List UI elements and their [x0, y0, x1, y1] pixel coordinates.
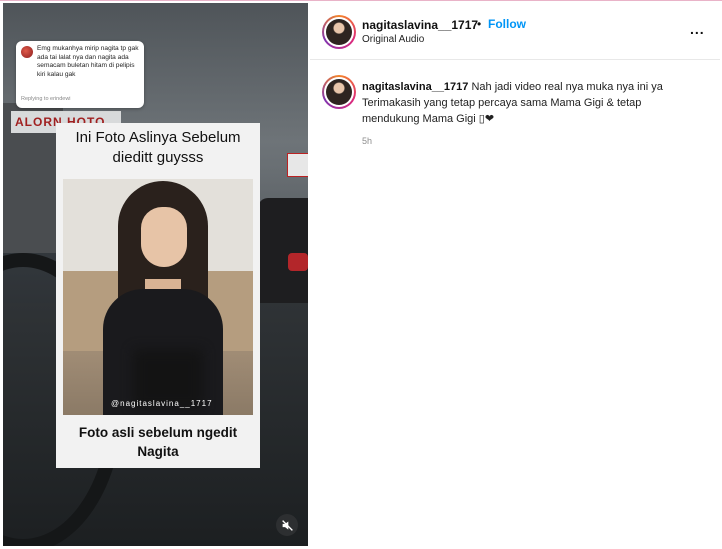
comparison-card: Ini Foto Aslinya Sebelum dieditt guysss … [56, 123, 260, 468]
reply-meta: Replying to erindewi [21, 96, 71, 102]
separator-dot: • [477, 17, 482, 31]
card-title-line1: Ini Foto Aslinya Sebelum [75, 129, 241, 146]
original-photo: @nagitaslavina__1717 [63, 179, 253, 415]
avatar-image [326, 79, 352, 105]
speaker-muted-icon [281, 519, 293, 531]
post-viewer: ALORN HOTO Emg mukanhya mirip nagita tp … [0, 0, 722, 549]
background-car-light [288, 253, 308, 271]
card-title-line2: dieditt guysss [112, 149, 204, 166]
avatar-image [326, 19, 352, 45]
reply-avatar [21, 46, 33, 58]
card-caption-line2: Nagita [137, 444, 179, 459]
original-audio-link[interactable]: Original Audio [362, 34, 424, 45]
caption-username[interactable]: nagitaslavina__1717 [362, 81, 468, 93]
reply-comment-text: Emg mukanhya mirip nagita tp gak ada tai… [37, 45, 139, 78]
card-title: Ini Foto Aslinya Sebelum dieditt guysss [56, 128, 260, 168]
more-options-icon[interactable]: ... [690, 21, 705, 37]
post-details: nagitaslavina__1717 • Follow Original Au… [310, 3, 720, 548]
background-sign-right [287, 153, 308, 177]
photo-face [141, 207, 187, 267]
post-media[interactable]: ALORN HOTO Emg mukanhya mirip nagita tp … [3, 3, 308, 546]
post-caption: nagitaslavina__1717 Nah jadi video real … [362, 79, 692, 127]
author-username[interactable]: nagitaslavina__1717 [362, 18, 478, 32]
follow-button[interactable]: Follow [488, 17, 526, 31]
post-header: nagitaslavina__1717 • Follow Original Au… [310, 3, 720, 60]
mute-button[interactable] [276, 514, 298, 536]
card-caption-line1: Foto asli sebelum ngedit [78, 425, 238, 440]
author-avatar[interactable] [322, 15, 356, 49]
reply-comment-bubble: Emg mukanhya mirip nagita tp gak ada tai… [16, 41, 144, 108]
card-caption: Foto asli sebelum ngedit Nagita [56, 423, 260, 461]
photo-watermark: @nagitaslavina__1717 [111, 399, 213, 408]
caption-author-avatar[interactable] [322, 75, 356, 109]
post-timestamp[interactable]: 5h [362, 136, 372, 146]
